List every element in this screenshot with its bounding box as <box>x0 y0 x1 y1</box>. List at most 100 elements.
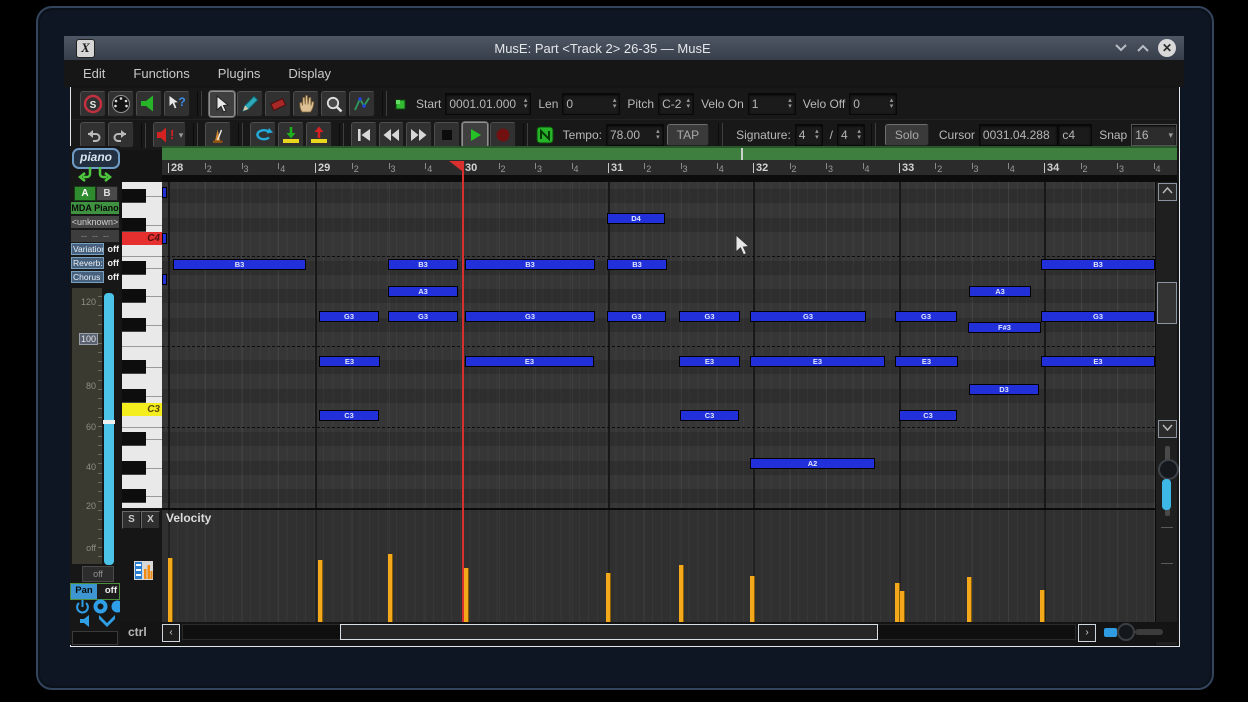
instrument-name[interactable]: <unknown> <box>71 216 119 228</box>
velocity-lane[interactable] <box>162 508 1155 622</box>
eraser-tool-button[interactable] <box>265 90 291 117</box>
midi-note[interactable]: C3 <box>319 410 379 421</box>
midi-note[interactable]: E3 <box>465 356 594 367</box>
menu-plugins[interactable]: Plugins <box>218 66 261 81</box>
velocity-bar[interactable] <box>750 576 755 622</box>
redo-button[interactable] <box>107 122 134 148</box>
stop-button[interactable] <box>434 122 460 148</box>
midi-note[interactable]: G3 <box>750 311 866 322</box>
volume-slider-handle[interactable] <box>103 420 115 424</box>
controller-row-0[interactable]: Variation off <box>71 243 119 255</box>
black-key[interactable] <box>122 189 146 203</box>
velocity-solo-button[interactable]: S <box>122 511 141 529</box>
black-key[interactable] <box>122 389 146 403</box>
undo-button[interactable] <box>80 122 106 148</box>
midi-note[interactable]: B3 <box>607 259 667 270</box>
hzoom-track[interactable] <box>1135 629 1163 635</box>
velocity-bar[interactable] <box>388 554 393 622</box>
midi-note[interactable]: G3 <box>319 311 379 322</box>
black-key[interactable] <box>122 461 146 475</box>
midi-note[interactable]: B3 <box>465 259 595 270</box>
midi-note[interactable]: G3 <box>1041 311 1155 322</box>
highlighted-key-c4[interactable]: C4 <box>122 232 162 245</box>
loop-button[interactable] <box>250 122 277 148</box>
piano-roll-grid[interactable]: D4 B3 B3 B3 B3 B3 A3 A3 G3 G3 G3 G3 G3 G3 G3 G3 F#3 E3 E3 E… <box>162 182 1155 508</box>
volume-slider[interactable] <box>104 293 114 565</box>
pan-row[interactable]: Pan off <box>70 583 120 600</box>
playhead-marker[interactable] <box>449 161 462 171</box>
midi-note[interactable]: C3 <box>680 410 739 421</box>
spinner-arrows[interactable]: ▴ ▾ <box>524 97 528 110</box>
timeline-ruler[interactable]: 28 2 3 4 29 2 3 4 30 2 3 4 31 2 3 4 32 2 3 4 33 2 3 4 34 2 3 4 <box>162 160 1177 178</box>
bank-a-button[interactable]: A <box>74 186 96 201</box>
patch-next-icon[interactable] <box>96 166 114 187</box>
midi-note[interactable]: C3 <box>899 410 957 421</box>
midi-note[interactable]: B3 <box>173 259 306 270</box>
spinner-arrows[interactable]: ▴ ▾ <box>857 128 861 141</box>
controller-list-icon[interactable] <box>134 561 153 585</box>
black-key[interactable] <box>122 318 146 332</box>
velocity-bar[interactable] <box>900 591 905 622</box>
midi-note[interactable]: A3 <box>969 286 1031 297</box>
menu-display[interactable]: Display <box>288 66 331 81</box>
midi-note[interactable]: F#3 <box>968 322 1041 333</box>
hzoom-indicator[interactable] <box>1104 628 1117 637</box>
highlighted-key-c3[interactable]: C3 <box>122 403 162 416</box>
rewind-button[interactable] <box>378 122 405 148</box>
spinner-arrows[interactable]: ▴ ▾ <box>687 97 691 110</box>
pan-tool-button[interactable] <box>293 90 319 117</box>
horizontal-scrollbar-thumb[interactable] <box>340 624 878 640</box>
midi-note[interactable]: G3 <box>607 311 666 322</box>
black-key[interactable] <box>122 432 146 446</box>
bank-select[interactable]: -- -- -- <box>71 230 119 242</box>
minimize-button[interactable] <box>1110 38 1132 58</box>
play-button[interactable] <box>462 122 488 148</box>
midi-note[interactable] <box>162 187 167 198</box>
menu-edit[interactable]: Edit <box>83 66 105 81</box>
scroll-up-button[interactable] <box>1158 183 1177 201</box>
patch-prev-icon[interactable] <box>76 166 94 187</box>
record-button[interactable] <box>489 122 516 148</box>
pointer-tool-button[interactable] <box>209 90 235 117</box>
midi-note[interactable]: A2 <box>750 458 875 469</box>
goto-start-button[interactable] <box>350 122 377 148</box>
cursor-pitch-field[interactable]: c4 <box>1058 124 1093 146</box>
velocity-bar[interactable] <box>1040 590 1045 622</box>
close-button[interactable]: ✕ <box>1158 39 1176 57</box>
snap-select[interactable]: 16 ▾ <box>1131 124 1177 146</box>
midi-note[interactable]: E3 <box>679 356 740 367</box>
start-field[interactable]: 0001.01.000 ▴ ▾ <box>445 92 532 115</box>
pitch-field[interactable]: C-2 ▴ ▾ <box>658 92 695 115</box>
bank-b-button[interactable]: B <box>96 186 118 201</box>
hzoom-knob[interactable] <box>1117 623 1135 641</box>
scroll-down-button[interactable] <box>1158 420 1177 438</box>
midi-note[interactable]: G3 <box>895 311 957 322</box>
spinner-arrows[interactable]: ▴ ▾ <box>656 128 660 141</box>
controller-row-1[interactable]: Reverb: off <box>71 257 119 269</box>
controller-row-2[interactable]: Chorus off <box>71 271 119 283</box>
len-field[interactable]: 0 ▴ ▾ <box>562 92 621 115</box>
velocity-bar[interactable] <box>606 573 611 622</box>
title-bar[interactable]: X MusE: Part <Track 2> 26-35 — MusE ✕ <box>64 36 1184 60</box>
black-key[interactable] <box>122 289 146 303</box>
spinner-arrows[interactable]: ▴ ▾ <box>890 97 894 110</box>
tap-button[interactable]: TAP <box>666 124 710 146</box>
midi-note[interactable]: G3 <box>465 311 595 322</box>
pencil-tool-button[interactable] <box>237 90 263 117</box>
scroll-right-button[interactable]: › <box>1078 624 1096 642</box>
black-key[interactable] <box>122 261 146 275</box>
velo-on-field[interactable]: 1 ▴ ▾ <box>747 92 796 115</box>
midi-note[interactable]: E3 <box>895 356 958 367</box>
punch-in-button[interactable] <box>278 122 304 148</box>
forward-button[interactable] <box>406 122 433 148</box>
scroll-left-button[interactable]: ‹ <box>162 624 180 642</box>
vertical-scrollbar-thumb[interactable] <box>1157 282 1177 324</box>
sig-numerator-field[interactable]: 4 ▴ ▾ <box>794 124 823 146</box>
black-key[interactable] <box>122 489 146 503</box>
tempo-field[interactable]: 78.00 ▴ ▾ <box>606 124 664 146</box>
velocity-bar[interactable] <box>318 560 323 622</box>
part-bar[interactable] <box>162 146 1177 160</box>
spinner-arrows[interactable]: ▴ ▾ <box>815 128 819 141</box>
midi-note[interactable]: A3 <box>388 286 458 297</box>
piano-keyboard[interactable]: C4 C3 <box>120 182 162 508</box>
